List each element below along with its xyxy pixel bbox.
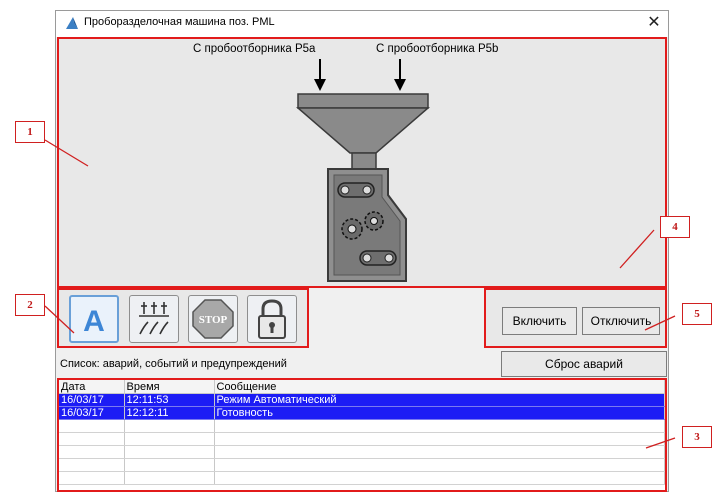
callout-2: 2 [15, 294, 45, 316]
callout-5: 5 [682, 303, 712, 325]
callout-leader-lines [44, 139, 676, 449]
callout-4: 4 [660, 216, 690, 238]
callout-3: 3 [682, 426, 712, 448]
callout-1: 1 [15, 121, 45, 143]
